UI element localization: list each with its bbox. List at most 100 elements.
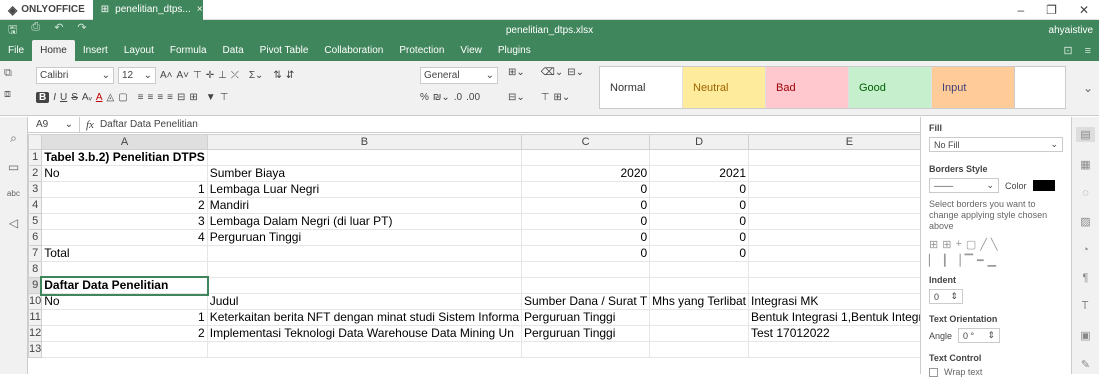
angle-input[interactable]: 0 ° ⇕: [958, 328, 1001, 343]
comments-icon[interactable]: ▭: [8, 160, 19, 174]
spellcheck-icon[interactable]: ᵃᵇᶜ: [7, 188, 20, 202]
sort-desc-icon[interactable]: ⇵: [286, 70, 294, 81]
grid-cell[interactable]: 0: [748, 181, 920, 198]
filter-icon[interactable]: ▼: [206, 92, 216, 103]
menu-layout[interactable]: Layout: [116, 40, 162, 61]
border-vert-icon[interactable]: ┃: [941, 254, 948, 267]
number-format-select[interactable]: General ⌄: [420, 67, 498, 84]
sort-asc-icon[interactable]: ⇅: [273, 70, 281, 81]
decimal-inc-icon[interactable]: .0: [454, 92, 462, 103]
menu-file[interactable]: File: [0, 40, 32, 61]
menu-insert[interactable]: Insert: [75, 40, 116, 61]
save-icon[interactable]: 🖫: [8, 21, 17, 40]
justify-icon[interactable]: ≡: [167, 92, 173, 103]
grid-cell[interactable]: 3: [41, 213, 208, 230]
grid-cell[interactable]: Perguruan Tinggi: [520, 325, 651, 342]
grid-cell[interactable]: 0: [520, 197, 651, 214]
delete-cells-icon[interactable]: ⊟⌄: [508, 92, 525, 103]
row-header[interactable]: 5: [28, 213, 43, 230]
grid-cell[interactable]: 0: [748, 213, 920, 230]
grid-cell[interactable]: [520, 341, 651, 358]
grid-cell[interactable]: 0: [748, 197, 920, 214]
row-header[interactable]: 4: [28, 197, 43, 214]
strikethrough-icon[interactable]: S: [71, 92, 78, 103]
grid-cell[interactable]: 2022: [748, 165, 920, 182]
grid-cell[interactable]: Perguruan Tinggi: [520, 309, 651, 326]
column-header[interactable]: D: [649, 134, 749, 150]
font-color-icon[interactable]: A: [96, 92, 103, 103]
border-line-select[interactable]: ─── ⌄: [929, 178, 999, 193]
border-all-icon[interactable]: ⊞: [929, 238, 938, 251]
grid-cell[interactable]: 0: [649, 213, 749, 230]
conditional-format-icon[interactable]: ⊞⌄: [553, 92, 570, 103]
menu-formula[interactable]: Formula: [162, 40, 215, 61]
style-normal[interactable]: Normal: [600, 67, 683, 108]
close-window-icon[interactable]: ✕: [1079, 3, 1089, 17]
image-settings-icon[interactable]: ▨: [1080, 215, 1090, 228]
font-name-select[interactable]: Calibri ⌄: [36, 67, 114, 84]
indent-input[interactable]: 0 ⇕: [929, 289, 963, 304]
grid-cell[interactable]: [649, 341, 749, 358]
grid-cell[interactable]: Judul: [206, 293, 523, 310]
grid-cell[interactable]: Daftar Data Penelitian: [39, 275, 210, 296]
grid-cell[interactable]: [649, 149, 749, 166]
style-empty[interactable]: [1015, 67, 1065, 108]
chart-settings-icon[interactable]: ◔: [1082, 244, 1089, 256]
align-left-icon[interactable]: ≡: [138, 92, 144, 103]
grid-cell[interactable]: Tabel 3.b.2) Penelitian DTPS: [41, 149, 208, 166]
spreadsheet-grid[interactable]: A B C D E F G H 1Tabel 3.b.2) Penelitian…: [28, 134, 920, 374]
grid-cell[interactable]: Bentuk Integrasi 1,Bentuk Integrasi 2: [748, 309, 920, 326]
menu-data[interactable]: Data: [215, 40, 252, 61]
grid-cell[interactable]: [206, 341, 523, 358]
menu-plugins[interactable]: Plugins: [490, 40, 539, 61]
grid-cell[interactable]: 0: [649, 181, 749, 198]
grid-cell[interactable]: [206, 277, 523, 294]
row-header[interactable]: 3: [28, 181, 43, 198]
grid-cell[interactable]: Test 17012022: [748, 325, 920, 342]
grid-cell[interactable]: No: [41, 293, 208, 310]
border-diag-up-icon[interactable]: ╲: [991, 238, 998, 251]
align-right-icon[interactable]: ≡: [157, 92, 163, 103]
shape-settings-icon[interactable]: ◌: [1082, 187, 1089, 199]
border-color-swatch[interactable]: [1032, 180, 1055, 191]
grid-cell[interactable]: [520, 277, 651, 294]
text-art-icon[interactable]: Ꭲ: [1082, 300, 1089, 313]
grid-cell[interactable]: [748, 341, 920, 358]
wrap-checkbox[interactable]: [929, 367, 938, 377]
grid-cell[interactable]: 2021: [649, 165, 749, 182]
decimal-dec-icon[interactable]: .00: [466, 92, 480, 103]
row-header[interactable]: 9: [28, 277, 43, 294]
clear-icon[interactable]: ⌫⌄: [541, 67, 564, 78]
border-horiz-icon[interactable]: ━: [977, 254, 984, 267]
clear-filter-icon[interactable]: ⊤: [220, 92, 229, 103]
italic-icon[interactable]: I: [53, 92, 56, 103]
row-header[interactable]: 11: [28, 309, 43, 326]
grid-cell[interactable]: [41, 341, 208, 358]
menu-protection[interactable]: Protection: [391, 40, 452, 61]
signature-icon[interactable]: ✎: [1081, 358, 1090, 371]
sum-icon[interactable]: Σ⌄: [249, 70, 264, 81]
expand-styles-icon[interactable]: ⌄: [1083, 81, 1093, 95]
subscript-icon[interactable]: Aᵥ: [82, 92, 92, 103]
grid-cell[interactable]: 0: [520, 229, 651, 246]
grid-cell[interactable]: No: [41, 165, 208, 182]
grid-cell[interactable]: [748, 261, 920, 278]
grid-cell[interactable]: 2: [748, 245, 920, 262]
align-bottom-icon[interactable]: ⊥: [218, 70, 227, 81]
column-header[interactable]: C: [520, 134, 651, 150]
border-outer-icon[interactable]: ▢: [966, 238, 976, 251]
copy-icon[interactable]: ⧉: [4, 67, 20, 80]
increase-font-icon[interactable]: A˄: [160, 70, 173, 81]
open-location-icon[interactable]: ⊡: [1063, 44, 1072, 57]
grid-cell[interactable]: Lembaga Dalam Negri (di luar PT): [206, 213, 523, 230]
text-orientation-icon[interactable]: ⤫: [231, 70, 239, 81]
corner-cell[interactable]: [28, 134, 43, 150]
border-inner-icon[interactable]: ⊞: [942, 238, 951, 251]
merge-icon[interactable]: ⊟: [177, 92, 185, 103]
row-header[interactable]: 12: [28, 325, 43, 342]
user-name[interactable]: ahyaistive: [1049, 25, 1099, 36]
percent-icon[interactable]: %: [420, 92, 429, 103]
grid-cell[interactable]: [520, 261, 651, 278]
document-tab[interactable]: ⊞ penelitian_dtps... ×: [92, 0, 203, 20]
grid-cell[interactable]: 1: [41, 309, 208, 326]
